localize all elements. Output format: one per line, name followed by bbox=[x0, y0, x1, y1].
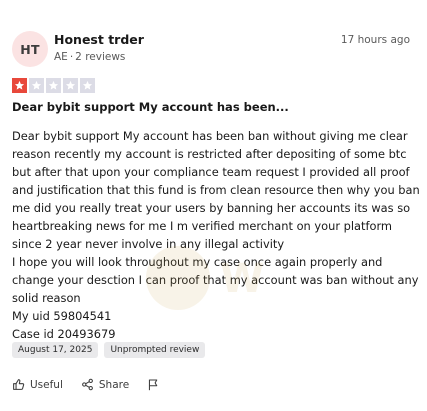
review-body: Dear bybit support My account has been b… bbox=[12, 127, 420, 343]
reviewer-name[interactable]: Honest trder bbox=[54, 32, 144, 47]
review-type-tag: Unprompted review bbox=[104, 342, 206, 358]
meta-separator: · bbox=[69, 51, 74, 63]
flag-button[interactable] bbox=[147, 378, 160, 391]
star-rating bbox=[12, 78, 95, 93]
review-actions: Useful Share bbox=[12, 378, 178, 391]
flag-icon bbox=[147, 378, 160, 391]
star-icon bbox=[46, 78, 61, 93]
thumbs-up-icon bbox=[12, 378, 25, 391]
review-body-line: I hope you will look throughout my case … bbox=[12, 255, 419, 305]
share-icon bbox=[81, 378, 94, 391]
reviewer-country: AE bbox=[54, 51, 68, 63]
star-icon bbox=[29, 78, 44, 93]
review-title[interactable]: Dear bybit support My account has been..… bbox=[12, 100, 289, 114]
useful-label: Useful bbox=[30, 378, 63, 391]
star-icon bbox=[80, 78, 95, 93]
reviewer-reviews-count: 2 reviews bbox=[75, 51, 126, 63]
share-button[interactable]: Share bbox=[81, 378, 129, 391]
review-card: HT Honest trder AE · 2 reviews 17 hours ag… bbox=[0, 0, 427, 411]
review-body-line: My uid 59804541 bbox=[12, 309, 112, 323]
star-icon bbox=[12, 78, 27, 93]
review-body-line: Case id 20493679 bbox=[12, 327, 116, 341]
share-label: Share bbox=[98, 378, 130, 391]
review-date-tag: August 17, 2025 bbox=[12, 342, 99, 358]
review-tags: August 17, 2025 Unprompted review bbox=[12, 342, 206, 358]
star-icon bbox=[63, 78, 78, 93]
useful-button[interactable]: Useful bbox=[12, 378, 63, 391]
review-time: 17 hours ago bbox=[340, 34, 410, 46]
reviewer-meta: AE · 2 reviews bbox=[54, 51, 125, 63]
review-body-line: Dear bybit support My account has been b… bbox=[12, 129, 420, 251]
avatar[interactable]: HT bbox=[12, 31, 48, 67]
